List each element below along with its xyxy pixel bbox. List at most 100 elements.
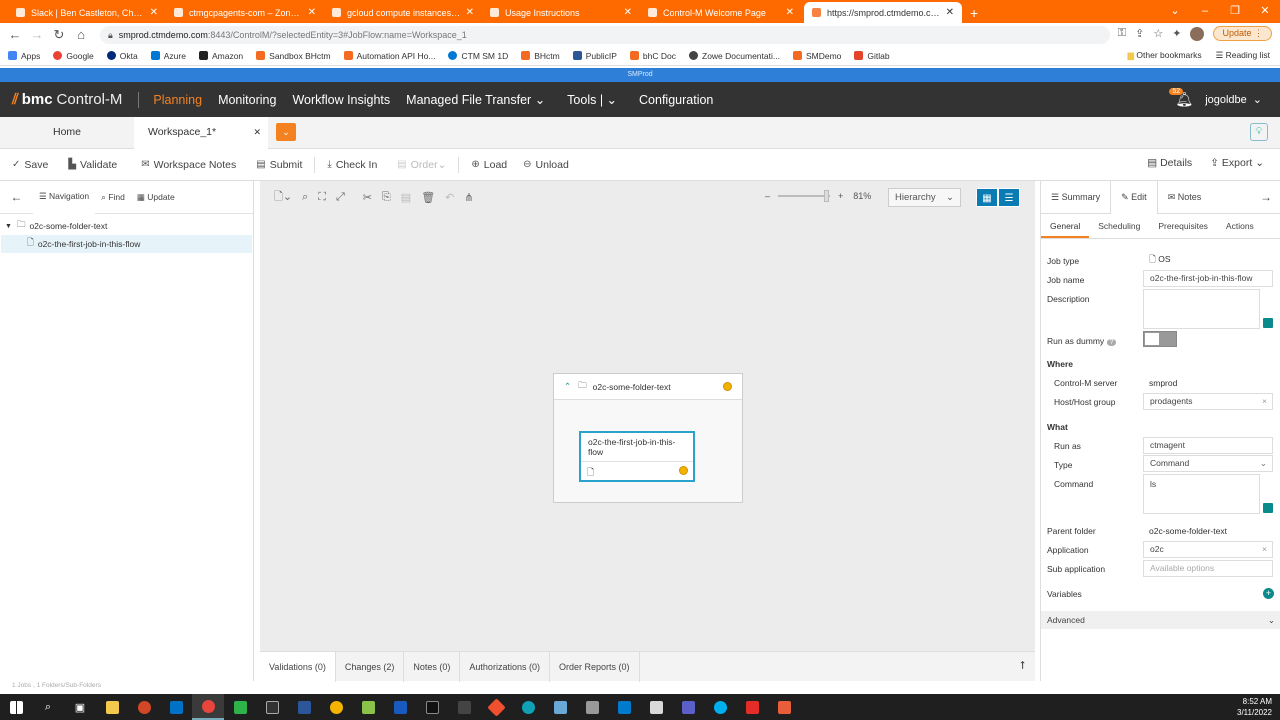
new-item-icon[interactable]: 🗋︎⌄ (274, 188, 292, 207)
close-icon[interactable]: ✕ (150, 7, 158, 18)
file-explorer-icon[interactable] (96, 694, 128, 720)
bookmark-item[interactable]: bhC Doc (629, 51, 676, 61)
extensions-icon[interactable]: ✦ (1172, 27, 1181, 40)
validate-button[interactable]: ▙ Validate (68, 159, 117, 171)
bookmark-item[interactable]: Zowe Documentati... (689, 51, 780, 61)
close-icon[interactable]: ✕ (253, 117, 261, 147)
browser-tab[interactable]: Usage Instructions ✕ (482, 2, 640, 23)
key-icon[interactable]: ⚿ (1118, 27, 1126, 40)
minimize-icon[interactable]: – (1190, 0, 1220, 23)
tab-validations[interactable]: Validations (0) (260, 651, 336, 682)
search-icon[interactable]: ⌕ (302, 191, 308, 204)
bookmark-item[interactable]: Okta (106, 51, 138, 61)
chrome-icon[interactable] (192, 694, 224, 720)
app-icon[interactable] (576, 694, 608, 720)
share-icon[interactable]: ⇪ (1135, 27, 1144, 40)
url-input[interactable]: 🔒︎ smprod.ctmdemo.com:8443/ControlM/?sel… (100, 26, 1110, 44)
sub-application-input[interactable]: Available options (1143, 560, 1273, 577)
home-icon[interactable]: ⌂ (70, 27, 92, 42)
system-clock[interactable]: 8:52 AM 3/11/2022 (1237, 696, 1272, 718)
xml-icon[interactable] (448, 694, 480, 720)
app-icon[interactable] (768, 694, 800, 720)
delete-icon[interactable]: 🗑︎ (421, 191, 435, 204)
star-icon[interactable]: ☆ (1153, 27, 1163, 40)
bookmark-item[interactable]: Amazon (198, 51, 243, 61)
forward-icon[interactable]: → (26, 27, 48, 42)
back-icon[interactable]: ← (4, 27, 26, 42)
lightbulb-icon[interactable]: 💡︎ (1250, 123, 1268, 141)
tab-navigation[interactable]: ☰ Navigation (33, 180, 96, 214)
workspace-notes-button[interactable]: ✉ Workspace Notes (141, 159, 236, 171)
acrobat-icon[interactable] (736, 694, 768, 720)
word-icon[interactable] (288, 694, 320, 720)
skype-icon[interactable] (704, 694, 736, 720)
bell-icon[interactable]: 🔔︎ 52 (1169, 88, 1193, 108)
command-input[interactable]: ls (1143, 474, 1260, 514)
hierarchy-icon[interactable]: ⋔ (464, 191, 473, 204)
tab-notes[interactable]: ✉ Notes (1158, 181, 1212, 214)
tab-edit[interactable]: ✎ Edit (1110, 180, 1158, 214)
type-select[interactable]: Command ⌄ (1143, 455, 1273, 472)
close-icon[interactable]: ✕ (946, 7, 954, 18)
edge-icon[interactable] (512, 694, 544, 720)
app-icon[interactable] (544, 694, 576, 720)
expand-up-icon[interactable]: ⭡ (1020, 660, 1025, 673)
folder-node[interactable]: ⌃ 🗀︎ o2c-some-folder-text o2c-the-first-… (553, 373, 743, 503)
bookmark-item[interactable]: CTM SM 1D (448, 51, 508, 61)
windows-start-icon[interactable] (0, 694, 32, 720)
tab-summary[interactable]: ☰ Summary (1041, 181, 1110, 214)
tab-home[interactable]: Home (0, 117, 134, 149)
tab-authorizations[interactable]: Authorizations (0) (460, 651, 550, 682)
other-bookmarks[interactable]: ▆ Other bookmarks (1127, 50, 1201, 61)
tree-folder[interactable]: ▼ 🗀︎ o2c-some-folder-text (0, 217, 253, 235)
task-view-icon[interactable]: ▣ (64, 694, 96, 720)
vscode-icon[interactable] (608, 694, 640, 720)
close-icon[interactable]: ✕ (466, 7, 474, 18)
bookmark-item[interactable]: Sandbox BHctm (256, 51, 331, 61)
tab-scheduling[interactable]: Scheduling (1089, 214, 1149, 238)
bmc-logo[interactable]: ⫽ bmc Control-M (12, 91, 153, 108)
expand-editor-icon[interactable] (1263, 318, 1273, 328)
submit-button[interactable]: ▤ Submit (256, 159, 302, 171)
chevron-up-icon[interactable]: ⌃ (564, 381, 571, 392)
grid-view-icon[interactable]: ▦ (976, 188, 998, 207)
application-input[interactable]: o2c × (1143, 541, 1273, 558)
avatar[interactable] (1190, 26, 1205, 41)
restore-icon[interactable]: ❐ (1220, 0, 1250, 23)
load-button[interactable]: ⊕ Load (471, 159, 507, 171)
notepad-icon[interactable] (352, 694, 384, 720)
description-input[interactable] (1143, 289, 1260, 329)
app-icon[interactable] (640, 694, 672, 720)
run-as-dummy-toggle[interactable] (1143, 331, 1177, 347)
git-icon[interactable] (480, 694, 512, 720)
chevron-down-icon[interactable]: ⌄ (1160, 0, 1190, 23)
teams-icon[interactable] (672, 694, 704, 720)
nav-planning[interactable]: Planning (153, 93, 202, 107)
bookmark-item[interactable]: Google (53, 51, 94, 61)
run-as-input[interactable]: ctmagent (1143, 437, 1273, 454)
save-button[interactable]: ✓ Save (12, 159, 48, 171)
tab-actions[interactable]: Actions (1217, 214, 1263, 238)
close-icon[interactable]: ✕ (1250, 0, 1280, 23)
zoom-in-icon[interactable]: + (838, 191, 843, 201)
expand-icon[interactable]: ⤢ (336, 191, 345, 204)
browser-tab[interactable]: Control-M Welcome Page ✕ (640, 2, 802, 23)
nav-configuration[interactable]: Configuration (639, 93, 713, 107)
check-in-button[interactable]: ⤓ Check In (327, 159, 377, 171)
tree-job[interactable]: 🗋︎ o2c-the-first-job-in-this-flow (1, 235, 252, 253)
tab-order-reports[interactable]: Order Reports (0) (550, 651, 640, 682)
cmd-icon[interactable] (416, 694, 448, 720)
update-button[interactable]: Update ⋮ (1213, 26, 1272, 41)
zoom-slider-thumb[interactable] (824, 190, 830, 202)
tab-find[interactable]: ⌕ Find (95, 181, 131, 214)
reload-icon[interactable]: ↻ (48, 27, 70, 43)
close-icon[interactable]: ✕ (786, 7, 794, 18)
list-view-icon[interactable]: ☰ (998, 188, 1020, 207)
advanced-section[interactable]: Advanced ⌄ (1041, 611, 1280, 629)
bookmark-item[interactable]: BHctm (521, 51, 560, 61)
add-workspace-button[interactable]: ⌄ (276, 123, 296, 141)
copy-icon[interactable]: ⎘ (382, 191, 391, 204)
cut-icon[interactable]: ✂ (363, 191, 372, 204)
username[interactable]: jogoldbe (1205, 94, 1247, 106)
browser-tab[interactable]: gcloud compute instances delete✕ (324, 2, 482, 23)
